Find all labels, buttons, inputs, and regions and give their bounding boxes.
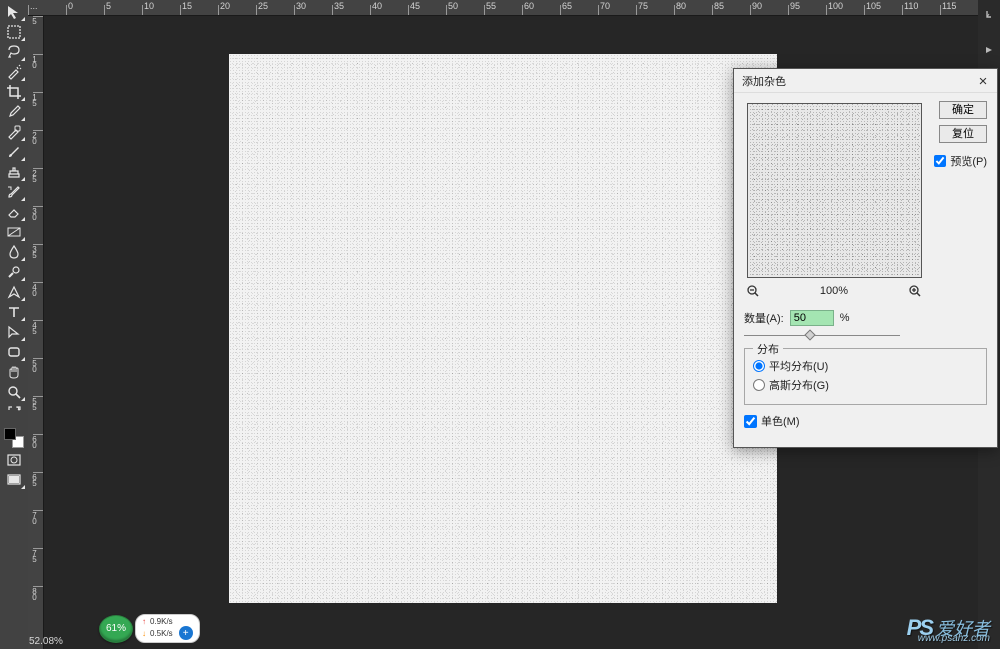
- eyedropper-tool[interactable]: [2, 102, 26, 122]
- distribution-legend: 分布: [753, 341, 783, 357]
- watermark: PS 爱好者 www.psahz.com: [907, 615, 990, 641]
- magic-wand-tool[interactable]: [2, 62, 26, 82]
- dialog-title: 添加杂色: [742, 73, 786, 89]
- monochromatic-option[interactable]: 单色(M): [744, 413, 987, 429]
- path-selection-tool[interactable]: [2, 322, 26, 342]
- zoom-in-icon[interactable]: [906, 284, 924, 298]
- screen-mode-toggle[interactable]: [2, 470, 26, 490]
- type-tool[interactable]: [2, 302, 26, 322]
- foreground-background-swatch[interactable]: [2, 426, 26, 450]
- network-speed-widget[interactable]: ↑0.9K/s ↓0.5K/s+: [135, 614, 200, 643]
- expand-flyout-icon[interactable]: [978, 36, 1000, 64]
- reset-button[interactable]: 复位: [939, 125, 987, 143]
- preview-label: 预览(P): [950, 153, 987, 169]
- healing-brush-tool[interactable]: [2, 122, 26, 142]
- brush-tool[interactable]: [2, 142, 26, 162]
- vertical-ruler: 5101520253035404550556065707580: [28, 16, 44, 649]
- download-arrow-icon: ↓: [142, 629, 146, 638]
- zoom-value: 100%: [820, 285, 848, 297]
- mono-checkbox[interactable]: [744, 415, 757, 428]
- upload-arrow-icon: ↑: [142, 617, 146, 626]
- amount-pct: %: [840, 312, 850, 324]
- quick-mask-toggle[interactable]: [2, 450, 26, 470]
- noise-preview[interactable]: [747, 103, 922, 278]
- zoom-out-icon[interactable]: [744, 284, 762, 298]
- add-noise-dialog: 添加杂色 × 确定 复位 预览(P) 100% 数量(A): %: [733, 68, 998, 448]
- move-tool[interactable]: [2, 2, 26, 22]
- history-brush-tool[interactable]: [2, 182, 26, 202]
- document-canvas[interactable]: [229, 54, 777, 603]
- plus-icon[interactable]: +: [179, 626, 193, 640]
- eraser-tool[interactable]: [2, 202, 26, 222]
- crop-tool[interactable]: [2, 82, 26, 102]
- dialog-title-bar[interactable]: 添加杂色: [734, 69, 997, 93]
- zoom-tool[interactable]: [2, 382, 26, 402]
- panel-toggle-icon[interactable]: [978, 0, 1000, 28]
- marquee-tool[interactable]: [2, 22, 26, 42]
- rectangle-tool[interactable]: [2, 342, 26, 362]
- horizontal-ruler: ...0510152025303540455055606570758085909…: [28, 0, 978, 16]
- ok-button[interactable]: 确定: [939, 101, 987, 119]
- preview-checkbox-row[interactable]: 预览(P): [934, 153, 987, 169]
- system-status-overlay: 61% ↑0.9K/s ↓0.5K/s+: [99, 614, 200, 643]
- close-icon[interactable]: ×: [975, 73, 991, 89]
- lasso-tool[interactable]: [2, 42, 26, 62]
- pen-tool[interactable]: [2, 282, 26, 302]
- blur-tool[interactable]: [2, 242, 26, 262]
- color-toggle-icon[interactable]: [2, 402, 26, 422]
- preview-checkbox[interactable]: [934, 155, 946, 167]
- status-bar-zoom[interactable]: 52.08%: [29, 636, 63, 647]
- gradient-tool[interactable]: [2, 222, 26, 242]
- slider-thumb[interactable]: [804, 329, 815, 340]
- clone-stamp-tool[interactable]: [2, 162, 26, 182]
- gaussian-option[interactable]: 高斯分布(G): [753, 377, 978, 393]
- uniform-radio[interactable]: [753, 360, 765, 372]
- distribution-fieldset: 分布 平均分布(U) 高斯分布(G): [744, 348, 987, 405]
- amount-label: 数量(A):: [744, 310, 784, 326]
- tool-palette: [0, 0, 28, 649]
- hand-tool[interactable]: [2, 362, 26, 382]
- uniform-option[interactable]: 平均分布(U): [753, 358, 978, 374]
- performance-badge[interactable]: 61%: [99, 615, 133, 643]
- amount-input[interactable]: [790, 310, 834, 326]
- dodge-tool[interactable]: [2, 262, 26, 282]
- gaussian-radio[interactable]: [753, 379, 765, 391]
